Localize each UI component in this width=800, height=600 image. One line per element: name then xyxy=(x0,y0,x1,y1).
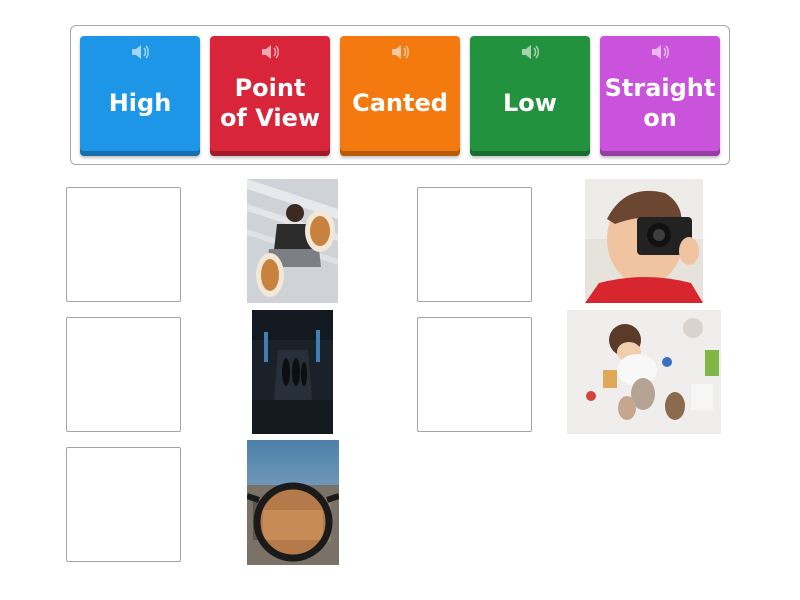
tile-label: High xyxy=(108,89,172,117)
tile-straight-on[interactable]: Straight on xyxy=(600,36,720,156)
drop-box-1[interactable] xyxy=(66,187,181,302)
tile-label: Straight on xyxy=(604,74,716,132)
speaker-icon[interactable] xyxy=(520,43,540,61)
drop-box-2[interactable] xyxy=(417,187,532,302)
photo-low-angle-sneakers xyxy=(247,179,338,303)
tile-high[interactable]: High xyxy=(80,36,200,156)
photo-dark-corridor xyxy=(252,310,333,434)
answer-tray: High Point of View Canted Low Straight o… xyxy=(70,25,730,165)
tile-label: Low xyxy=(503,89,557,117)
speaker-icon[interactable] xyxy=(650,43,670,61)
tile-canted[interactable]: Canted xyxy=(340,36,460,156)
tile-point-of-view[interactable]: Point of View xyxy=(210,36,330,156)
drop-box-5[interactable] xyxy=(66,447,181,562)
photo-child-camera xyxy=(585,179,703,303)
tile-low[interactable]: Low xyxy=(470,36,590,156)
tile-label: Canted xyxy=(352,89,448,117)
photo-city-glasses xyxy=(247,440,339,565)
speaker-icon[interactable] xyxy=(390,43,410,61)
speaker-icon[interactable] xyxy=(130,43,150,61)
drop-box-3[interactable] xyxy=(66,317,181,432)
photo-baby-toys xyxy=(567,310,721,434)
drop-box-4[interactable] xyxy=(417,317,532,432)
speaker-icon[interactable] xyxy=(260,43,280,61)
tile-label: Point of View xyxy=(219,74,321,132)
